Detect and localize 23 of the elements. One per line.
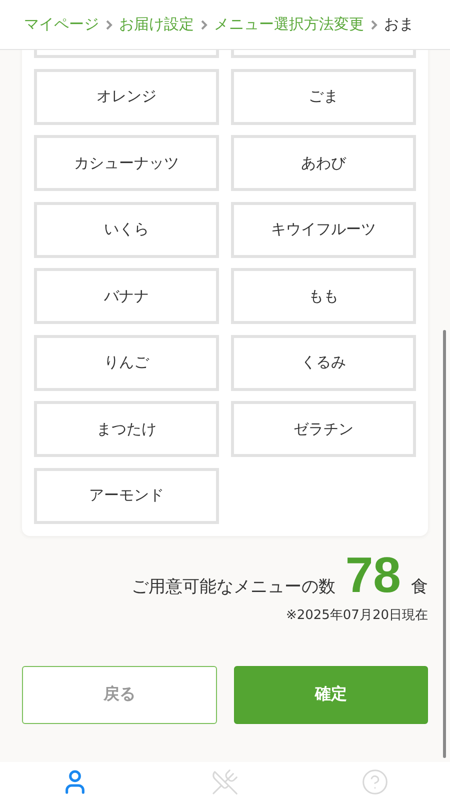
help-icon (361, 768, 389, 796)
option-tile[interactable]: カシューナッツ (34, 135, 219, 191)
option-tile[interactable]: オレンジ (34, 68, 219, 124)
option-tile[interactable]: バナナ (34, 268, 219, 324)
breadcrumb-current: おま (384, 15, 414, 34)
option-tile[interactable]: まつたけ (34, 401, 219, 457)
option-tile[interactable]: あわび (231, 135, 416, 191)
option-tile[interactable]: もも (231, 268, 416, 324)
option-tile[interactable]: いくら (34, 202, 219, 258)
option-tile[interactable]: ごま (231, 68, 416, 124)
option-tile[interactable]: りんご (34, 334, 219, 390)
chevron-icon (200, 18, 208, 30)
option-tile[interactable]: くるみ (231, 334, 416, 390)
date-note: ※2025年07月20日現在 (284, 606, 428, 624)
option-tile[interactable]: ゼラチン (231, 401, 416, 457)
utensils-icon (211, 768, 239, 796)
count-value: 78 (345, 546, 401, 604)
chevron-icon (370, 18, 378, 30)
count-unit: 食 (411, 576, 428, 598)
option-tile[interactable]: キウイフルーツ (231, 202, 416, 258)
chevron-icon (105, 18, 113, 30)
option-tile[interactable]: アーモンド (34, 468, 219, 524)
count-label: ご用意可能なメニューの数 (131, 576, 336, 598)
